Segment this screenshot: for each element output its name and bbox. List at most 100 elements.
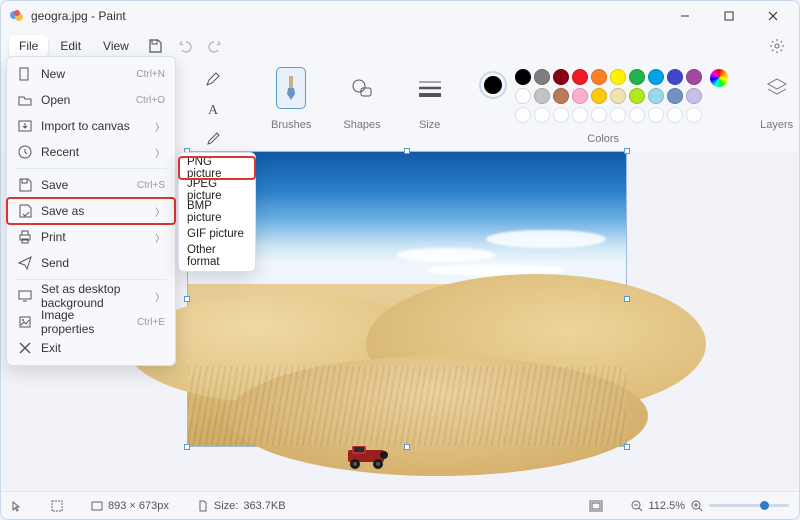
brush-tool[interactable] <box>276 67 306 109</box>
color-swatch-empty[interactable] <box>667 107 683 123</box>
ribbon-layers-label: Layers <box>760 119 793 131</box>
file-menu-label: Print <box>41 230 147 244</box>
color-swatch-empty[interactable] <box>515 107 531 123</box>
color-swatch[interactable] <box>553 69 569 85</box>
color-swatch[interactable] <box>686 88 702 104</box>
send-icon <box>17 255 33 271</box>
size-label: Size: <box>214 500 238 512</box>
color-swatch-empty[interactable] <box>648 107 664 123</box>
color-swatch[interactable] <box>515 88 531 104</box>
zoom-in-button[interactable] <box>691 500 703 512</box>
file-menu-import[interactable]: Import to canvas〉 <box>7 113 175 139</box>
resize-handle[interactable] <box>624 444 630 450</box>
dimensions-text: 893 × 673px <box>108 500 169 512</box>
window-controls <box>663 1 795 31</box>
file-menu-new[interactable]: NewCtrl+N <box>7 61 175 87</box>
color-swatch[interactable] <box>591 69 607 85</box>
file-menu-saveas[interactable]: Save as〉 <box>7 198 175 224</box>
file-menu-label: Open <box>41 93 128 107</box>
canvas-host <box>187 151 787 467</box>
ribbon-colors-label: Colors <box>587 133 619 145</box>
file-menu-label: Set as desktop background <box>41 282 147 310</box>
color-swatch-empty[interactable] <box>553 107 569 123</box>
file-menu-open[interactable]: OpenCtrl+O <box>7 87 175 113</box>
color-swatch[interactable] <box>667 69 683 85</box>
import-icon <box>17 118 33 134</box>
zoom-fit-button[interactable] <box>589 500 603 512</box>
color-swatch-empty[interactable] <box>629 107 645 123</box>
minimize-button[interactable] <box>663 1 707 31</box>
color-swatch[interactable] <box>686 69 702 85</box>
color-swatch-empty[interactable] <box>534 107 550 123</box>
color-swatch[interactable] <box>534 69 550 85</box>
menu-file[interactable]: File <box>9 35 48 57</box>
color-swatch[interactable] <box>629 88 645 104</box>
color-swatch[interactable] <box>667 88 683 104</box>
color-swatch[interactable] <box>553 88 569 104</box>
color-swatch[interactable] <box>572 69 588 85</box>
size-value: 363.7KB <box>243 500 285 512</box>
settings-button[interactable] <box>763 33 791 59</box>
color-swatch-empty[interactable] <box>572 107 588 123</box>
file-menu-label: New <box>41 67 128 81</box>
close-button[interactable] <box>751 1 795 31</box>
color-swatch-empty[interactable] <box>686 107 702 123</box>
file-menu-label: Save <box>41 178 129 192</box>
color-swatch[interactable] <box>572 88 588 104</box>
file-menu-print[interactable]: Print〉 <box>7 224 175 250</box>
zoom-slider[interactable] <box>709 504 789 507</box>
file-menu-recent[interactable]: Recent〉 <box>7 139 175 165</box>
color-swatch[interactable] <box>534 88 550 104</box>
paint-window: geogra.jpg - Paint File Edit View <box>0 0 800 520</box>
selection-size <box>51 500 63 512</box>
zoom-out-button[interactable] <box>631 500 643 512</box>
resize-handle[interactable] <box>404 444 410 450</box>
edit-colors-button[interactable] <box>710 69 728 87</box>
pencil-tool[interactable] <box>201 67 225 91</box>
file-menu-desk[interactable]: Set as desktop background〉 <box>7 283 175 309</box>
resize-handle[interactable] <box>624 296 630 302</box>
file-menu-send[interactable]: Send <box>7 250 175 276</box>
redo-button[interactable] <box>201 33 229 59</box>
print-icon <box>17 229 33 245</box>
size-tool[interactable] <box>413 67 447 109</box>
resize-handle[interactable] <box>404 148 410 154</box>
file-menu-exit[interactable]: Exit <box>7 335 175 361</box>
saveas-option[interactable]: BMP picture <box>179 201 255 223</box>
open-icon <box>17 92 33 108</box>
color-swatch[interactable] <box>648 69 664 85</box>
title-sep: - <box>88 9 99 23</box>
color-swatch[interactable] <box>648 88 664 104</box>
statusbar: 893 × 673px Size: 363.7KB 112.5% <box>1 491 799 519</box>
menu-edit[interactable]: Edit <box>50 35 91 57</box>
file-menu-props[interactable]: Image propertiesCtrl+E <box>7 309 175 335</box>
saveas-option[interactable]: JPEG picture <box>179 179 255 201</box>
undo-button[interactable] <box>171 33 199 59</box>
current-color[interactable] <box>479 71 507 99</box>
svg-text:A: A <box>208 103 219 117</box>
resize-handle[interactable] <box>184 296 190 302</box>
resize-handle[interactable] <box>624 148 630 154</box>
color-swatch[interactable] <box>629 69 645 85</box>
chevron-right-icon: 〉 <box>155 145 165 160</box>
saveas-option[interactable]: Other format <box>179 245 255 267</box>
color-swatch[interactable] <box>515 69 531 85</box>
chevron-right-icon: 〉 <box>155 204 165 219</box>
layers-button[interactable] <box>760 67 794 109</box>
resize-handle[interactable] <box>184 444 190 450</box>
color-swatch-empty[interactable] <box>591 107 607 123</box>
saveas-option[interactable]: GIF picture <box>179 223 255 245</box>
new-icon <box>17 66 33 82</box>
color-swatch[interactable] <box>610 88 626 104</box>
ribbon-group-shapes: Shapes <box>343 67 380 131</box>
eyedropper-tool[interactable] <box>201 127 225 151</box>
text-tool[interactable]: A <box>201 97 225 121</box>
shapes-tool[interactable] <box>345 67 379 109</box>
menu-view[interactable]: View <box>93 35 139 57</box>
maximize-button[interactable] <box>707 1 751 31</box>
file-menu-save[interactable]: SaveCtrl+S <box>7 172 175 198</box>
color-swatch-empty[interactable] <box>610 107 626 123</box>
color-swatch[interactable] <box>610 69 626 85</box>
saveas-option[interactable]: PNG picture <box>179 157 255 179</box>
color-swatch[interactable] <box>591 88 607 104</box>
